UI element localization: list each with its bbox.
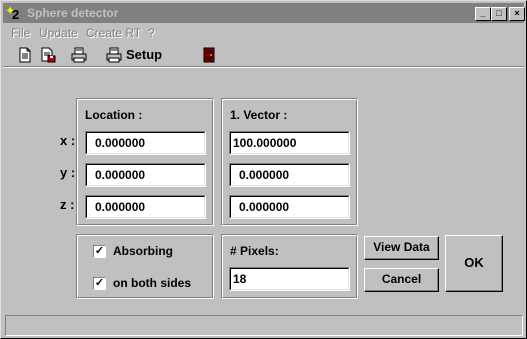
absorbing-label: Absorbing xyxy=(113,244,173,258)
vector-z-field[interactable]: 0.000000 xyxy=(229,195,350,219)
pixels-title: # Pixels: xyxy=(230,244,279,258)
toolbar: Setup xyxy=(3,43,524,68)
app-icon[interactable]: ✦ 2 xyxy=(6,6,22,22)
print-icon[interactable] xyxy=(71,47,87,63)
close-button[interactable]: × xyxy=(509,7,525,21)
minimize-button[interactable]: _ xyxy=(475,7,491,21)
pixels-field[interactable]: 18 xyxy=(229,267,350,291)
location-y-field[interactable]: 0.000000 xyxy=(85,163,206,187)
title-bar[interactable]: ✦ 2 Sphere detector _ □ × xyxy=(3,3,525,23)
minimize-icon: _ xyxy=(480,8,486,18)
vector-x-field[interactable]: 100.000000 xyxy=(229,131,350,155)
new-document-icon[interactable] xyxy=(17,47,33,63)
both-sides-label: on both sides xyxy=(113,276,191,290)
vector-y-field[interactable]: 0.000000 xyxy=(229,163,350,187)
x-axis-label: x : xyxy=(60,133,76,148)
maximize-icon: □ xyxy=(496,8,502,18)
close-icon: × xyxy=(514,8,520,18)
ok-button[interactable]: OK xyxy=(445,235,503,292)
setup-label: Setup xyxy=(126,47,163,62)
location-z-field[interactable]: 0.000000 xyxy=(85,195,206,219)
cancel-button[interactable]: Cancel xyxy=(364,268,439,292)
menu-file[interactable]: File xyxy=(11,26,30,40)
location-x-field[interactable]: 0.000000 xyxy=(85,131,206,155)
menu-help[interactable]: ? xyxy=(148,26,155,40)
view-data-button[interactable]: View Data xyxy=(364,236,439,260)
location-title: Location : xyxy=(85,108,143,122)
printer-setup-icon xyxy=(106,47,122,63)
exit-door-icon[interactable] xyxy=(201,47,217,63)
status-bar xyxy=(5,315,523,336)
save-document-icon[interactable] xyxy=(40,47,56,63)
menu-bar: File Update Create RT ? xyxy=(3,24,524,42)
absorbing-check-mark[interactable]: ✓ xyxy=(93,245,106,258)
menu-create-rt[interactable]: Create RT xyxy=(86,26,141,40)
window-title: Sphere detector xyxy=(27,6,119,20)
y-axis-label: y : xyxy=(60,165,76,180)
sphere-detector-window: ✦ 2 Sphere detector _ □ × File Update Cre… xyxy=(0,0,527,339)
z-axis-label: z : xyxy=(60,197,75,212)
vector-title: 1. Vector : xyxy=(230,108,288,122)
menu-update[interactable]: Update xyxy=(39,26,78,40)
maximize-button[interactable]: □ xyxy=(491,7,507,21)
both-sides-check-mark[interactable]: ✓ xyxy=(93,277,106,290)
